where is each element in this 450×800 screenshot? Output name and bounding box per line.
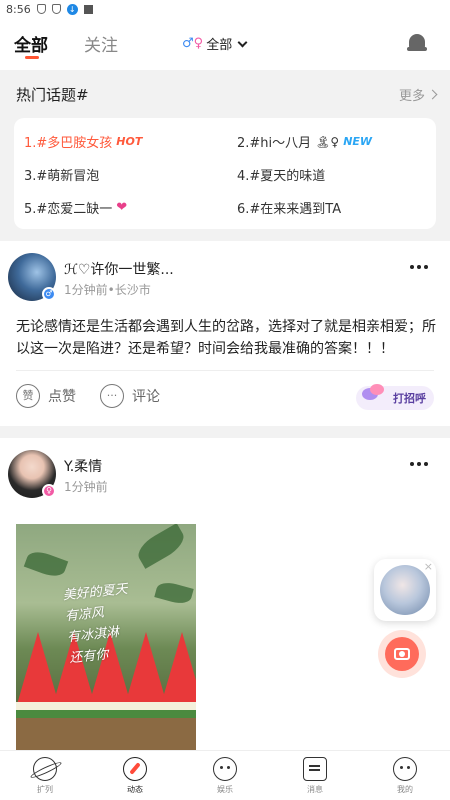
topic-item[interactable]: 5.#恋爱二缺一 ❤ bbox=[24, 196, 237, 219]
comment-icon: ··· bbox=[100, 384, 124, 408]
camera-button[interactable] bbox=[378, 630, 426, 678]
leaf-decoration bbox=[23, 547, 69, 581]
gender-filter-label: 全部 bbox=[206, 38, 233, 53]
more-options-icon[interactable] bbox=[410, 265, 428, 269]
leaf-decoration bbox=[154, 579, 194, 607]
topic-text: 1.#多巴胺女孩 bbox=[24, 136, 113, 151]
topic-item[interactable]: 2.#hi～八月 🏝♀ NEW bbox=[237, 130, 427, 153]
status-bar: 8:56 ↓ bbox=[0, 0, 450, 18]
hot-topics-title: 热门话题# bbox=[16, 85, 89, 104]
post-meta: 1分钟前 bbox=[64, 480, 108, 494]
face-icon bbox=[213, 757, 237, 781]
leaf-decoration bbox=[133, 524, 189, 569]
floating-user-card[interactable]: × bbox=[374, 559, 436, 621]
hot-badge: HOT bbox=[116, 135, 143, 148]
gender-filter-dropdown[interactable]: ♂ ♀ 全部 bbox=[182, 34, 248, 53]
download-icon: ↓ bbox=[66, 3, 78, 15]
more-label: 更多 bbox=[398, 88, 425, 104]
bottom-nav: 扩列 动态 娱乐 消息 我的 bbox=[0, 750, 450, 800]
post-username[interactable]: ℋ♡许你一世繁... bbox=[64, 259, 174, 279]
watermelon-skin bbox=[16, 710, 196, 718]
topic-item[interactable]: 4.#夏天的味道 bbox=[237, 163, 427, 186]
like-label: 点赞 bbox=[48, 389, 76, 405]
status-time: 8:56 bbox=[6, 2, 31, 16]
smile-icon bbox=[393, 757, 417, 781]
nav-item-feed[interactable]: 动态 bbox=[90, 751, 180, 800]
nav-item-messages[interactable]: 消息 bbox=[270, 751, 360, 800]
nav-item-entertainment[interactable]: 娱乐 bbox=[180, 751, 270, 800]
female-badge-icon: ♀ bbox=[42, 484, 56, 498]
camera-icon bbox=[385, 637, 419, 671]
chevron-down-icon bbox=[237, 37, 248, 47]
nav-label: 扩列 bbox=[37, 785, 53, 794]
topic-item[interactable]: 1.#多巴胺女孩 HOT bbox=[24, 130, 237, 153]
photo-caption: 美好的夏天 有凉风 有冰淇淋 还有你 bbox=[62, 579, 135, 669]
top-header: 全部 关注 ♂ ♀ 全部 bbox=[0, 18, 450, 70]
message-icon bbox=[303, 757, 327, 781]
post-meta: 1分钟前•长沙市 bbox=[64, 283, 151, 297]
topic-text: 3.#萌新冒泡 bbox=[24, 169, 100, 184]
heart-icon: ❤ bbox=[116, 200, 128, 215]
more-topics-link[interactable]: 更多 bbox=[398, 85, 438, 104]
nav-label: 动态 bbox=[127, 785, 143, 794]
divider bbox=[16, 370, 434, 371]
notification-square-icon bbox=[83, 4, 93, 14]
chat-bubbles-icon bbox=[362, 382, 386, 402]
planet-icon bbox=[33, 757, 57, 781]
bell-icon[interactable] bbox=[407, 32, 427, 52]
topic-text: 4.#夏天的味道 bbox=[237, 169, 326, 184]
shield-icon bbox=[36, 4, 46, 14]
nav-item-profile[interactable]: 我的 bbox=[360, 751, 450, 800]
female-symbol-icon: ♀ bbox=[193, 36, 204, 51]
section-gap bbox=[0, 229, 450, 241]
wooden-board bbox=[16, 718, 196, 750]
hot-topics-section: 热门话题# 更多 1.#多巴胺女孩 HOT 2.#hi～八月 🏝♀ NEW 3.… bbox=[0, 70, 450, 229]
comment-label: 评论 bbox=[132, 389, 160, 405]
shield-icon-2 bbox=[51, 4, 61, 14]
compass-icon bbox=[123, 757, 147, 781]
greet-label: 打招呼 bbox=[393, 392, 426, 405]
topic-text: 5.#恋爱二缺一 bbox=[24, 202, 113, 217]
nav-label: 我的 bbox=[397, 785, 413, 794]
new-badge: NEW bbox=[343, 135, 373, 148]
chevron-right-icon bbox=[427, 89, 438, 99]
topic-text: 6.#在来来遇到TA bbox=[237, 202, 342, 217]
topic-item[interactable]: 6.#在来来遇到TA bbox=[237, 196, 427, 219]
nav-label: 娱乐 bbox=[217, 785, 233, 794]
more-options-icon[interactable] bbox=[410, 462, 428, 466]
app-screen: 8:56 ↓ 全部 关注 ♂ ♀ 全部 热门话题# 更多 1.#多巴胺女孩 HO… bbox=[0, 0, 450, 800]
topic-item[interactable]: 3.#萌新冒泡 bbox=[24, 163, 237, 186]
post-text: 无论感情还是生活都会遇到人生的岔路，选择对了就是相亲相爱；所以这一次是陷进？还是… bbox=[16, 319, 436, 357]
greet-button[interactable]: 打招呼 bbox=[356, 384, 434, 410]
like-icon: 赞 bbox=[16, 384, 40, 408]
post-photo[interactable]: 美好的夏天 有凉风 有冰淇淋 还有你 bbox=[16, 524, 196, 750]
close-icon[interactable]: × bbox=[424, 560, 433, 573]
nav-label: 消息 bbox=[307, 785, 323, 794]
tab-follow[interactable]: 关注 bbox=[84, 31, 118, 56]
hot-topics-header: 热门话题# 更多 bbox=[14, 70, 438, 118]
beach-woman-emoji-icon: 🏝♀ bbox=[315, 134, 340, 149]
post-username[interactable]: Y.柔情 bbox=[64, 456, 102, 476]
male-symbol-icon: ♂ bbox=[182, 36, 194, 51]
floating-avatar[interactable] bbox=[380, 565, 430, 615]
section-gap bbox=[0, 426, 450, 438]
male-badge-icon: ♂ bbox=[42, 287, 56, 301]
like-button[interactable]: 赞 点赞 bbox=[16, 384, 76, 408]
topic-text: 2.#hi～八月 bbox=[237, 136, 312, 151]
active-tab-indicator bbox=[25, 56, 39, 59]
tab-all[interactable]: 全部 bbox=[14, 31, 48, 56]
comment-button[interactable]: ··· 评论 bbox=[100, 384, 160, 408]
nav-item-expand[interactable]: 扩列 bbox=[0, 751, 90, 800]
hot-topics-card: 1.#多巴胺女孩 HOT 2.#hi～八月 🏝♀ NEW 3.#萌新冒泡 4.#… bbox=[14, 118, 436, 229]
feed-post[interactable]: ♂ ℋ♡许你一世繁... 1分钟前•长沙市 无论感情还是生活都会遇到人生的岔路，… bbox=[0, 241, 450, 426]
